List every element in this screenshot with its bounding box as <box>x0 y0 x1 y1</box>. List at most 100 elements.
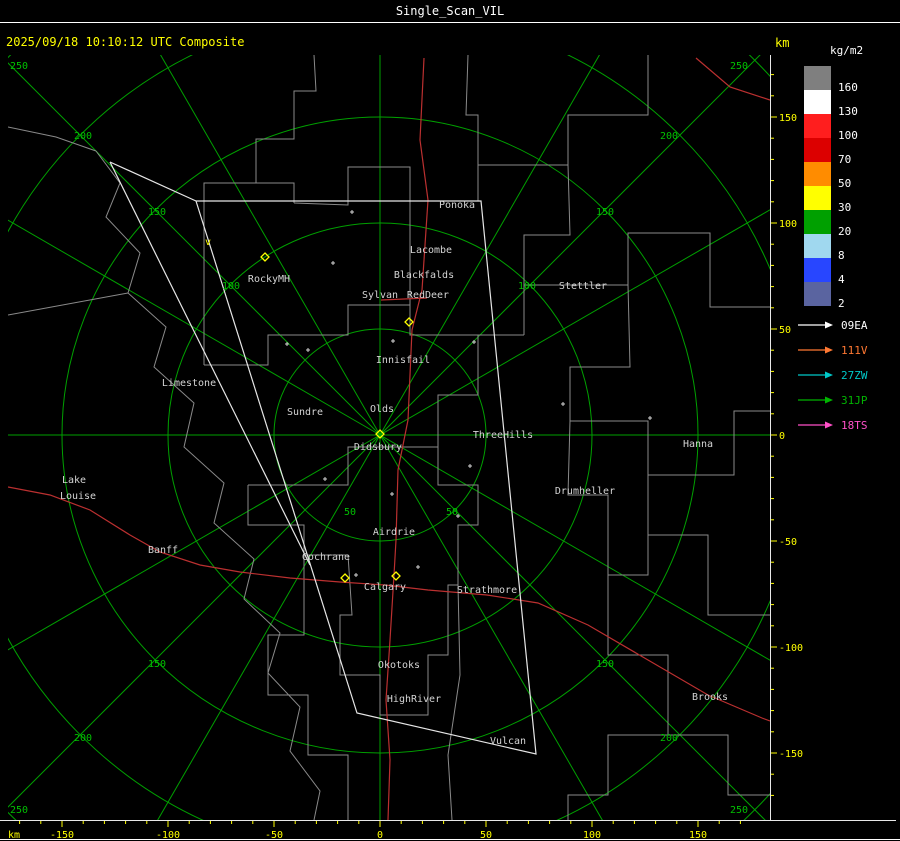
city-label: Olds <box>370 404 394 415</box>
town-marker <box>306 348 310 352</box>
y-tick-label: -50 <box>779 537 797 548</box>
legend-color-box <box>804 114 831 138</box>
legend-color-box <box>804 138 831 162</box>
town-marker <box>350 210 354 214</box>
county-boundary-line <box>447 584 461 820</box>
range-ring-label: 150 <box>148 659 166 670</box>
legend-threshold-value: 2 <box>838 297 845 310</box>
city-label: Hanna <box>683 439 713 450</box>
city-label: Airdrie <box>373 527 415 538</box>
city-label: Ponoka <box>439 200 475 211</box>
county-boundary-line <box>524 232 770 308</box>
y-axis-unit-label: km <box>775 36 790 50</box>
town-marker <box>472 340 476 344</box>
timestamp-label: 2025/09/18 10:10:12 UTC Composite <box>6 35 245 49</box>
range-ring <box>8 55 770 820</box>
legend-color-box <box>804 210 831 234</box>
town-marker <box>331 261 335 265</box>
legend-color-box <box>804 162 831 186</box>
y-tick-label: -150 <box>779 749 803 760</box>
city-label: Calgary <box>364 582 406 593</box>
county-boundary-line <box>339 554 458 716</box>
range-ring-label: 200 <box>74 733 92 744</box>
town-marker <box>354 573 358 577</box>
legend-threshold-value: 160 <box>838 81 858 94</box>
range-ring-label: 200 <box>74 131 92 142</box>
site-id-label: 27ZW <box>841 369 868 382</box>
county-boundary-line <box>647 475 770 616</box>
city-label: Louise <box>60 491 96 502</box>
range-ring-label: 150 <box>148 207 166 218</box>
legend-threshold-value: 50 <box>838 177 852 190</box>
radar-coverage-outline <box>109 161 311 566</box>
county-boundary-line <box>255 55 317 203</box>
window-title: Single_Scan_VIL <box>395 4 505 18</box>
range-ring <box>8 55 770 820</box>
range-ring-label: 250 <box>730 61 748 72</box>
city-label: Cochrane <box>302 552 350 563</box>
site-id-label: 31JP <box>841 394 868 407</box>
radar-site-marker <box>340 573 350 583</box>
city-label: ThreeHills <box>473 430 533 441</box>
legend-color-box <box>804 282 831 306</box>
x-axis: -150 -100 -50 0 50 100 150km <box>0 820 896 841</box>
legend-threshold-value: 100 <box>838 129 858 142</box>
range-ring-label: 200 <box>660 131 678 142</box>
y-tick-label: 0 <box>779 431 785 442</box>
titlebar: Single_Scan_VIL <box>0 0 900 23</box>
legend-color-box <box>804 234 831 258</box>
site-arrow-head <box>825 421 833 429</box>
county-boundary-line <box>465 55 479 202</box>
y-tick-label: 100 <box>779 219 797 230</box>
city-label: Banff <box>148 545 178 556</box>
range-ring-label: 100 <box>518 281 536 292</box>
legend-threshold-value: 8 <box>838 249 845 262</box>
legend-threshold-value: 130 <box>838 105 858 118</box>
town-marker <box>648 416 652 420</box>
highway-line <box>385 57 429 820</box>
city-label: Limestone <box>162 378 216 389</box>
y-tick-label: 150 <box>779 113 797 124</box>
range-ring-label: 150 <box>596 659 614 670</box>
town-marker <box>323 477 327 481</box>
legend-color-box <box>804 258 831 282</box>
range-ring-label: 200 <box>660 733 678 744</box>
legend-threshold-value: 20 <box>838 225 852 238</box>
legend-color-box <box>804 186 831 210</box>
city-label: Lacombe <box>410 245 452 256</box>
radar-coverage-outline <box>109 161 197 202</box>
county-boundary-line <box>607 575 770 796</box>
town-marker <box>416 565 420 569</box>
radar-map[interactable]: 250 200 150 100 250 200 150 100 150 200 250 150 200 2… <box>8 55 770 820</box>
city-label: RedDeer <box>407 290 449 301</box>
radar-site-legend: 09EA 111V 27ZW 31JP 18TS <box>798 319 868 432</box>
city-label: Sylvan <box>362 290 398 301</box>
legend-threshold-value: 4 <box>838 273 845 286</box>
county-boundary-line <box>570 410 770 476</box>
county-boundary-line <box>267 555 349 820</box>
legend-color-box <box>804 66 831 90</box>
county-boundary-line <box>523 164 571 335</box>
site-arrow-head <box>825 346 833 354</box>
range-ring-label: 250 <box>10 805 28 816</box>
window-bottom-border <box>0 839 900 840</box>
range-ring-label: 250 <box>10 61 28 72</box>
site-arrow-head <box>825 396 833 404</box>
site-id-label: 18TS <box>841 419 868 432</box>
range-ring-label: 250 <box>730 805 748 816</box>
city-label: Drumheller <box>555 486 615 497</box>
county-boundary-line <box>248 446 479 585</box>
map-glyph: v <box>205 237 211 248</box>
range-ring-label: 100 <box>222 281 240 292</box>
city-label: Lake <box>62 475 86 486</box>
legend-threshold-value: 70 <box>838 153 852 166</box>
site-arrow-head <box>825 321 833 329</box>
county-boundary-line <box>569 284 631 421</box>
city-label: Didsbury <box>354 442 402 453</box>
city-label: HighRiver <box>387 694 441 705</box>
range-ring-label: 150 <box>596 207 614 218</box>
city-label: Stettler <box>559 281 607 292</box>
town-marker <box>391 339 395 343</box>
town-marker <box>390 492 394 496</box>
county-boundary-line <box>478 55 649 166</box>
